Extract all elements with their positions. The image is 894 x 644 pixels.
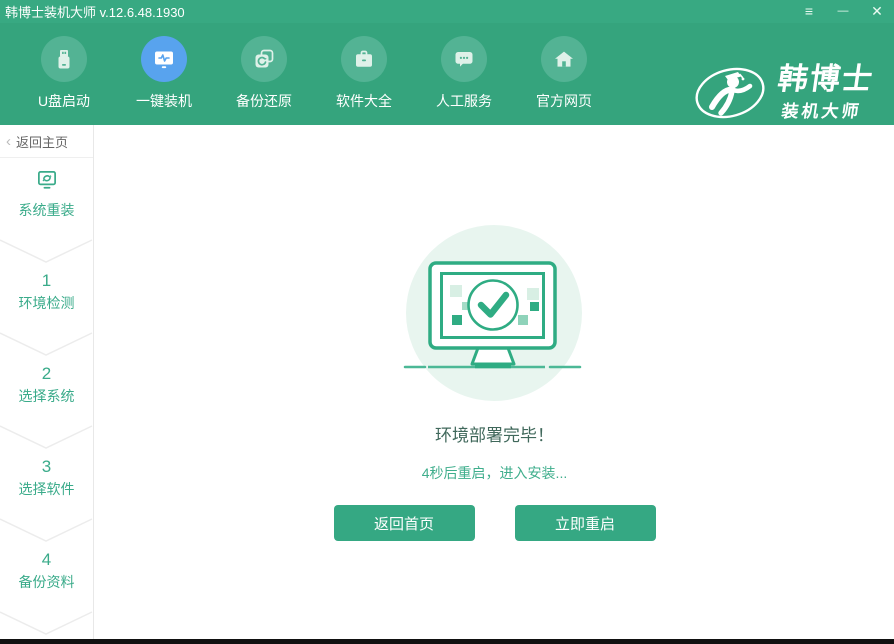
step-separator-chevron — [0, 238, 93, 264]
brand-logo-text: 韩博士 装机大师 — [772, 65, 876, 122]
sidebar-item-system-reinstall[interactable]: 系统重装 — [0, 158, 93, 220]
step-number: 2 — [0, 364, 93, 384]
brand-logo: 韩博士 装机大师 — [692, 61, 872, 125]
step-label: 选择软件 — [0, 479, 93, 499]
window-title: 韩博士装机大师 v.12.6.48.1930 — [5, 2, 185, 21]
briefcase-icon — [341, 36, 387, 82]
monitor-refresh-icon — [34, 167, 60, 193]
app-window: 韩博士装机大师 v.12.6.48.1930 ≡ — ✕ U盘启动 — [0, 0, 894, 644]
sidebar-step-env-check[interactable]: 1 环境检测 — [0, 271, 93, 313]
sidebar: ‹ 返回主页 系统重装 1 环境检测 2 — [0, 125, 94, 639]
sidebar-step-select-system[interactable]: 2 选择系统 — [0, 364, 93, 406]
monitor-pulse-icon — [141, 36, 187, 82]
step-number: 3 — [0, 457, 93, 477]
step-label: 选择系统 — [0, 386, 93, 406]
step-separator-chevron — [0, 517, 93, 543]
back-home-button[interactable]: 返回首页 — [334, 505, 475, 541]
top-nav: U盘启动 一键装机 备份还原 — [0, 23, 894, 125]
step-number: 1 — [0, 271, 93, 291]
status-title: 环境部署完毕！ — [95, 421, 894, 446]
deployment-complete-illustration — [395, 222, 595, 402]
main-content: 环境部署完毕！ 4秒后重启，进入安装... 返回首页 立即重启 — [95, 125, 894, 639]
nav-label: 备份还原 — [236, 91, 292, 111]
sidebar-section-label: 系统重装 — [0, 200, 93, 220]
nav-label: U盘启动 — [38, 91, 90, 111]
nav-item-software-collection[interactable]: 软件大全 — [314, 36, 414, 111]
nav-label: 官方网页 — [536, 91, 592, 111]
step-separator-chevron — [0, 610, 93, 636]
minimize-icon[interactable]: — — [834, 0, 852, 23]
backup-restore-icon — [241, 36, 287, 82]
usb-drive-icon — [41, 36, 87, 82]
nav-item-one-key-install[interactable]: 一键装机 — [114, 36, 214, 111]
window-controls: ≡ — ✕ — [800, 0, 886, 23]
nav-label: 一键装机 — [136, 91, 192, 111]
brand-logo-icon — [692, 61, 768, 125]
brand-name: 韩博士 — [776, 65, 876, 95]
back-to-home-button[interactable]: ‹ 返回主页 — [0, 125, 93, 158]
step-label: 备份资料 — [0, 572, 93, 592]
sidebar-step-select-software[interactable]: 3 选择软件 — [0, 457, 93, 499]
nav-item-backup-restore[interactable]: 备份还原 — [214, 36, 314, 111]
title-bar: 韩博士装机大师 v.12.6.48.1930 ≡ — ✕ — [0, 0, 894, 23]
brand-subtitle: 装机大师 — [772, 97, 872, 122]
nav-label: 软件大全 — [336, 91, 392, 111]
back-to-home-label: 返回主页 — [16, 132, 68, 151]
nav-item-customer-service[interactable]: 人工服务 — [414, 36, 514, 111]
action-buttons: 返回首页 立即重启 — [95, 505, 894, 541]
step-label: 环境检测 — [0, 293, 93, 313]
menu-icon[interactable]: ≡ — [800, 0, 818, 23]
step-separator-chevron — [0, 424, 93, 450]
countdown-text: 4秒后重启，进入安装... — [95, 463, 894, 483]
sidebar-step-backup-data[interactable]: 4 备份资料 — [0, 550, 93, 592]
nav-item-official-website[interactable]: 官方网页 — [514, 36, 614, 111]
restart-now-button[interactable]: 立即重启 — [515, 505, 656, 541]
home-icon — [541, 36, 587, 82]
window-bottom-edge — [0, 639, 894, 644]
chat-bubble-icon — [441, 36, 487, 82]
chevron-left-icon: ‹ — [6, 133, 11, 150]
close-icon[interactable]: ✕ — [868, 0, 886, 23]
nav-item-usb-boot[interactable]: U盘启动 — [14, 36, 114, 111]
nav-label: 人工服务 — [436, 91, 492, 111]
step-separator-chevron — [0, 331, 93, 357]
step-number: 4 — [0, 550, 93, 570]
